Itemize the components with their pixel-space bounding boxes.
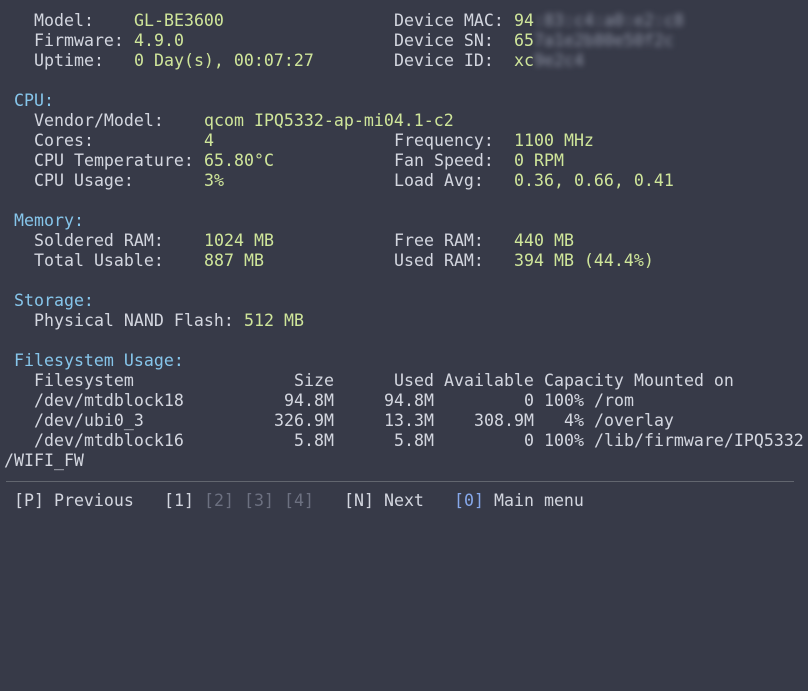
col-size: Size	[294, 371, 334, 390]
cpu-cores-value: 4	[204, 131, 214, 150]
col-available: Available	[444, 371, 534, 390]
wrapped-line: /WIFI_FW	[0, 451, 84, 471]
fs-mounted-on: /rom	[594, 391, 634, 410]
filesystem-header-row: Filesystem Usage:	[0, 351, 184, 371]
model-row: Model: GL-BE3600 Device MAC: 94 :83:c4:a…	[0, 11, 684, 31]
device-sn-redacted: 7a1e2b80e50f2c	[534, 31, 674, 50]
footer-separator	[6, 481, 794, 482]
cpu-vendor-label: Vendor/Model:	[34, 111, 164, 130]
fs-name: /dev/mtdblock16	[34, 431, 184, 450]
soldered-ram-label: Soldered RAM:	[34, 231, 164, 250]
cpu-temperature-label: CPU Temperature:	[34, 151, 194, 170]
load-avg-label: Load Avg:	[394, 171, 484, 190]
cpu-frequency-label: Frequency:	[394, 131, 494, 150]
device-id-redacted: 9e2c4	[534, 51, 584, 70]
device-mac-redacted: :83:c4:a0:e2:c8	[534, 11, 684, 30]
table-row: /dev/mtdblock18 94.8M 94.8M 0 100% /rom	[0, 391, 634, 411]
fs-available: 308.9M	[474, 411, 534, 430]
mount-wrap-continuation: /WIFI_FW	[4, 451, 84, 470]
memory-section-header: Memory:	[14, 211, 84, 230]
fs-capacity: 100%	[544, 431, 584, 450]
fs-size: 5.8M	[294, 431, 334, 450]
cpu-section-header: CPU:	[14, 91, 54, 110]
cpu-usage-row: CPU Usage: 3% Load Avg: 0.36, 0.66, 0.41	[0, 171, 674, 191]
nand-flash-row: Physical NAND Flash: 512 MB	[0, 311, 304, 331]
device-mac-value: 94	[514, 11, 534, 30]
cpu-temperature-row: CPU Temperature: 65.80°C Fan Speed: 0 RP…	[0, 151, 564, 171]
nand-flash-value: 512 MB	[244, 311, 304, 330]
cpu-cores-row: Cores: 4 Frequency: 1100 MHz	[0, 131, 594, 151]
device-sn-value: 65	[514, 31, 534, 50]
fs-capacity: 100%	[544, 391, 584, 410]
fs-available: 0	[524, 431, 534, 450]
total-usable-value: 887 MB	[204, 251, 264, 270]
previous-button[interactable]: [P] Previous	[14, 491, 134, 511]
uptime-row: Uptime: 0 Day(s), 00:07:27 Device ID: xc…	[0, 51, 584, 71]
page-1-button[interactable]: [1]	[164, 491, 194, 511]
fs-name: /dev/mtdblock18	[34, 391, 184, 410]
used-ram-label: Used RAM:	[394, 251, 484, 270]
fs-used: 13.3M	[384, 411, 434, 430]
firmware-row: Firmware: 4.9.0 Device SN: 65 7a1e2b80e5…	[0, 31, 674, 51]
cpu-cores-label: Cores:	[34, 131, 94, 150]
next-button[interactable]: [N] Next	[344, 491, 424, 511]
nand-flash-label: Physical NAND Flash:	[34, 311, 234, 330]
col-filesystem: Filesystem	[34, 371, 134, 390]
fs-used: 94.8M	[384, 391, 434, 410]
cpu-temperature-value: 65.80°C	[204, 151, 274, 170]
fs-size: 94.8M	[284, 391, 334, 410]
free-ram-value: 440 MB	[514, 231, 574, 250]
col-capacity: Capacity	[544, 371, 624, 390]
model-label: Model:	[34, 11, 94, 30]
free-ram-label: Free RAM:	[394, 231, 484, 250]
storage-section-header: Storage:	[14, 291, 94, 310]
fs-size: 326.9M	[274, 411, 334, 430]
cpu-vendor-row: Vendor/Model: qcom IPQ5332-ap-mi04.1-c2	[0, 111, 454, 131]
filesystem-table-header: Filesystem Size Used Available Capacity …	[0, 371, 734, 391]
cpu-vendor-value: qcom IPQ5332-ap-mi04.1-c2	[204, 111, 454, 130]
device-id-label: Device ID:	[394, 51, 494, 70]
fs-available: 0	[524, 391, 534, 410]
used-ram-value: 394 MB (44.4%)	[514, 251, 654, 270]
fs-used: 5.8M	[394, 431, 434, 450]
device-sn-label: Device SN:	[394, 31, 494, 50]
firmware-value: 4.9.0	[134, 31, 184, 50]
page-3-button[interactable]: [3]	[244, 491, 274, 511]
fan-speed-label: Fan Speed:	[394, 151, 494, 170]
cpu-usage-label: CPU Usage:	[34, 171, 134, 190]
soldered-ram-row: Soldered RAM: 1024 MB Free RAM: 440 MB	[0, 231, 574, 251]
footer-nav: [P] Previous [1] [2] [3] [4] [N] Next [0…	[0, 491, 584, 511]
cpu-header-row: CPU:	[0, 91, 54, 111]
firmware-label: Firmware:	[34, 31, 124, 50]
uptime-value: 0 Day(s), 00:07:27	[134, 51, 314, 70]
cpu-usage-value: 3%	[204, 171, 224, 190]
table-row: /dev/ubi0_3 326.9M 13.3M 308.9M 4% /over…	[0, 411, 674, 431]
memory-header-row: Memory:	[0, 211, 84, 231]
fs-mounted-on: /lib/firmware/IPQ5332	[594, 431, 804, 450]
fan-speed-value: 0 RPM	[514, 151, 564, 170]
device-id-value: xc	[514, 51, 534, 70]
page-4-button[interactable]: [4]	[284, 491, 314, 511]
model-value: GL-BE3600	[134, 11, 224, 30]
load-avg-value: 0.36, 0.66, 0.41	[514, 171, 674, 190]
fs-name: /dev/ubi0_3	[34, 411, 144, 430]
total-usable-row: Total Usable: 887 MB Used RAM: 394 MB (4…	[0, 251, 654, 271]
device-mac-label: Device MAC:	[394, 11, 504, 30]
table-row: /dev/mtdblock16 5.8M 5.8M 0 100% /lib/fi…	[0, 431, 804, 451]
fs-mounted-on: /overlay	[594, 411, 674, 430]
fs-capacity: 4%	[564, 411, 584, 430]
uptime-label: Uptime:	[34, 51, 104, 70]
col-used: Used	[394, 371, 434, 390]
filesystem-section-header: Filesystem Usage:	[14, 351, 184, 370]
cpu-frequency-value: 1100 MHz	[514, 131, 594, 150]
total-usable-label: Total Usable:	[34, 251, 164, 270]
main-menu-button[interactable]: Main menu	[494, 491, 584, 511]
main-menu-key[interactable]: [0]	[454, 491, 484, 511]
page-2-button[interactable]: [2]	[204, 491, 234, 511]
storage-header-row: Storage:	[0, 291, 94, 311]
terminal-window: Model: GL-BE3600 Device MAC: 94 :83:c4:a…	[0, 0, 808, 520]
soldered-ram-value: 1024 MB	[204, 231, 274, 250]
col-mounted-on: Mounted on	[634, 371, 734, 390]
